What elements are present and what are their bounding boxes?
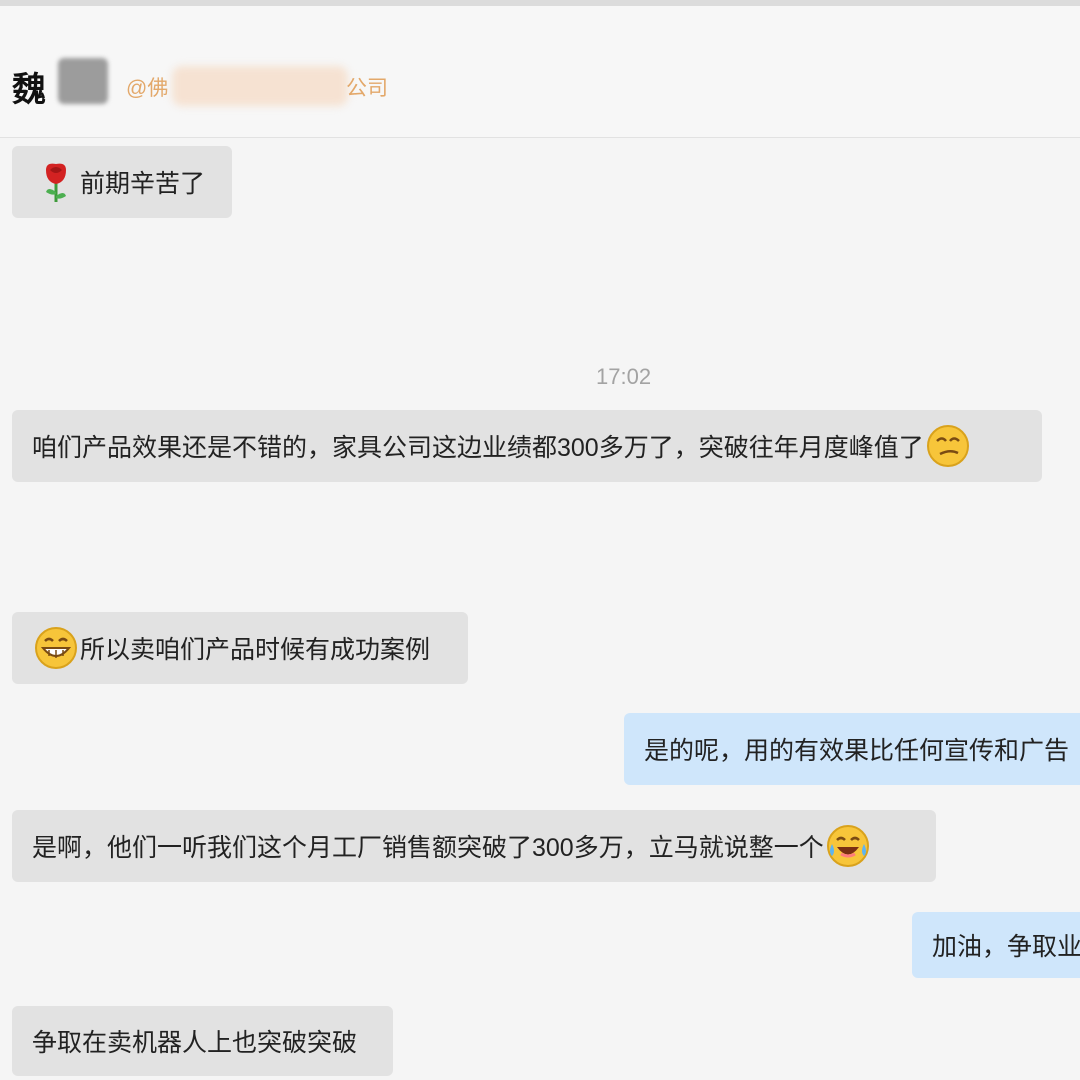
contact-org-suffix: 公司 — [346, 77, 388, 100]
message-bubble-incoming[interactable]: 所以卖咱们产品时候有成功案例 — [12, 612, 468, 684]
message-bubble-outgoing[interactable]: 加油，争取业 — [912, 912, 1080, 978]
message-bubble-incoming[interactable]: 是啊，他们一听我们这个月工厂销售额突破了300多万，立马就说整一个 — [12, 810, 936, 882]
message-bubble-incoming[interactable]: 争取在卖机器人上也突破突破 — [12, 1006, 393, 1076]
timestamp: 17:02 — [596, 364, 652, 389]
contact-org-prefix: @佛 — [126, 77, 169, 100]
contact-name[interactable]: 魏 — [12, 62, 46, 111]
message-text: 前期辛苦了 — [80, 170, 206, 198]
chat-window: 魏 @佛 公司 前期辛苦了 17:02 咱们产品效果还是不错的，家具公司这边业绩… — [0, 0, 1080, 1080]
chat-header: 魏 @佛 公司 — [0, 6, 1080, 138]
message-bubble-outgoing[interactable]: 是的呢，用的有效果比任何宣传和广告 — [624, 713, 1080, 785]
redacted-org-blur — [172, 66, 348, 106]
message-text: 加油，争取业 — [932, 933, 1080, 961]
message-text: 争取在卖机器人上也突破突破 — [32, 1029, 358, 1057]
message-text: 所以卖咱们产品时候有成功案例 — [80, 636, 431, 664]
message-bubble-incoming[interactable]: 咱们产品效果还是不错的，家具公司这边业绩都300多万了，突破往年月度峰值了 — [12, 410, 1042, 482]
grin-icon — [34, 626, 78, 670]
rose-icon — [34, 160, 78, 204]
message-text: 是的呢，用的有效果比任何宣传和广告 — [644, 737, 1070, 765]
redacted-name-blur — [58, 58, 108, 104]
message-text: 是啊，他们一听我们这个月工厂销售额突破了300多万，立马就说整一个 — [32, 834, 824, 862]
message-bubble-incoming[interactable]: 前期辛苦了 — [12, 146, 232, 218]
smirk-icon — [926, 424, 970, 468]
laugh-cry-icon — [826, 824, 870, 868]
message-text: 咱们产品效果还是不错的，家具公司这边业绩都300多万了，突破往年月度峰值了 — [32, 434, 924, 462]
